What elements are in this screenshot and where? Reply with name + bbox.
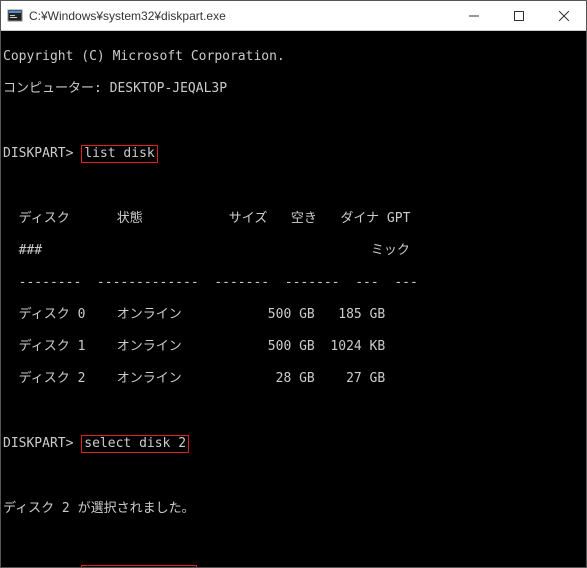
- close-button[interactable]: [541, 1, 586, 30]
- prompt-line: DISKPART> list disk: [3, 145, 584, 163]
- terminal-output[interactable]: Copyright (C) Microsoft Corporation. コンピ…: [1, 31, 586, 567]
- prompt-line: DISKPART> list partition: [3, 565, 584, 567]
- prompt-label: DISKPART>: [3, 566, 73, 567]
- select-disk-message: ディスク 2 が選択されました。: [3, 501, 584, 517]
- window-frame: C:¥Windows¥system32¥diskpart.exe Copyrig…: [0, 0, 587, 568]
- disk-row: ディスク 2 オンライン 28 GB 27 GB: [3, 371, 584, 387]
- disk-divider: -------- ------------- ------- ------- -…: [3, 275, 584, 291]
- disk-header-1: ディスク 状態 サイズ 空き ダイナ GPT: [3, 211, 584, 227]
- disk-row: ディスク 1 オンライン 500 GB 1024 KB: [3, 339, 584, 355]
- command-select-disk: select disk 2: [81, 435, 189, 453]
- maximize-button[interactable]: [496, 1, 541, 30]
- disk-row: ディスク 0 オンライン 500 GB 185 GB: [3, 307, 584, 323]
- copyright-line: Copyright (C) Microsoft Corporation.: [3, 49, 584, 65]
- prompt-line: DISKPART> select disk 2: [3, 435, 584, 453]
- window-title: C:¥Windows¥system32¥diskpart.exe: [29, 9, 451, 23]
- command-list-disk: list disk: [81, 145, 157, 163]
- computer-line: コンピューター: DESKTOP-JEQAL3P: [3, 81, 584, 97]
- app-icon: [7, 8, 23, 24]
- prompt-label: DISKPART>: [3, 436, 73, 451]
- minimize-button[interactable]: [451, 1, 496, 30]
- titlebar[interactable]: C:¥Windows¥system32¥diskpart.exe: [1, 1, 586, 31]
- disk-header-2: ### ミック: [3, 243, 584, 259]
- window-controls: [451, 1, 586, 30]
- prompt-label: DISKPART>: [3, 146, 73, 161]
- command-list-partition: list partition: [81, 565, 197, 567]
